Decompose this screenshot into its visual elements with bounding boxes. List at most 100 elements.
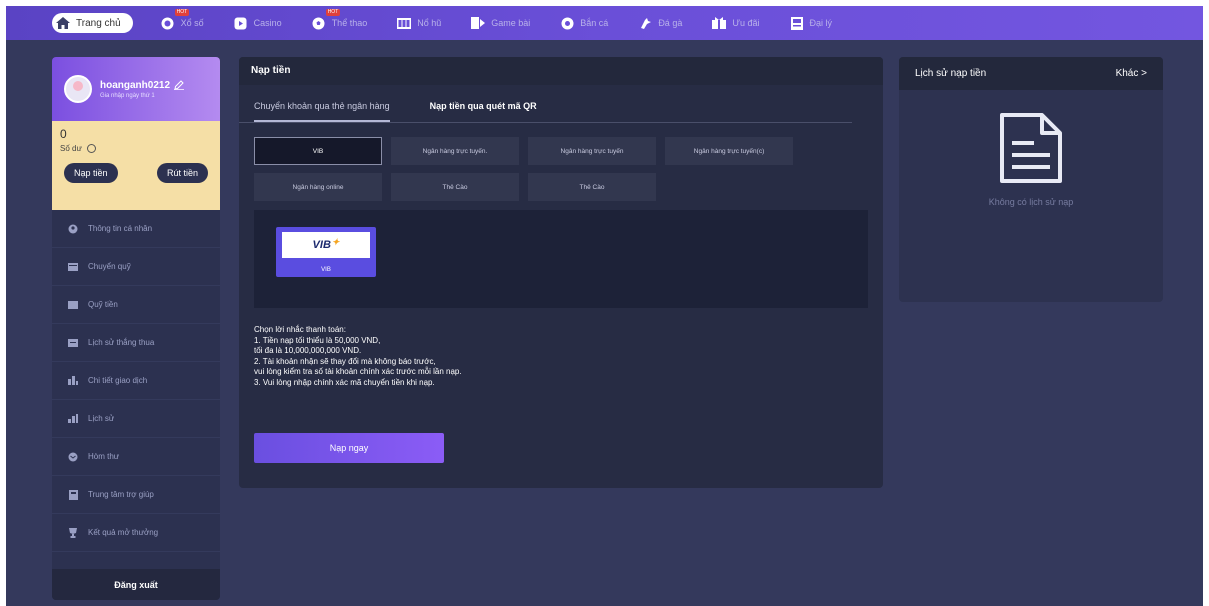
note-line: tối đa là 10,000,000,000 VND.: [254, 346, 362, 355]
nav-promotions[interactable]: Ưu đãi: [712, 16, 760, 30]
bank-option-online-1[interactable]: Ngân hàng trực tuyến.: [391, 137, 519, 165]
star-icon: ✦: [331, 236, 340, 247]
nav-promotions-label: Ưu đãi: [732, 18, 760, 28]
tab-qr-deposit[interactable]: Nạp tiền qua quét mã QR: [430, 101, 537, 122]
note-line: 3. Vui lòng nhập chính xác mã chuyển tiề…: [254, 377, 435, 387]
cards-icon: [471, 16, 486, 30]
rooster-icon: [638, 16, 652, 30]
nav-card-games[interactable]: Game bài: [471, 16, 530, 30]
nav-casino[interactable]: Casino: [234, 16, 282, 30]
nav-agent[interactable]: Đại lý: [790, 16, 833, 30]
gift-icon: [712, 16, 727, 30]
help-icon: [68, 489, 78, 500]
note-line: Chọn lời nhắc thanh toán:: [254, 325, 346, 334]
trophy-icon: [68, 527, 78, 538]
balance-card: 0 Số dư Nạp tiền Rút tiền: [52, 121, 220, 210]
balance-value: 0: [60, 127, 67, 141]
nav-agent-label: Đại lý: [809, 18, 833, 28]
sidebar-item-label: Quỹ tiền: [88, 300, 118, 309]
history-more-link[interactable]: Khác >: [1116, 68, 1147, 79]
sidebar-item-win-loss[interactable]: Lịch sử thắng thua: [52, 324, 220, 362]
nav-slots-label: Nổ hũ: [417, 18, 442, 28]
bank-option-vib[interactable]: VIB: [254, 137, 382, 165]
refresh-icon[interactable]: [86, 144, 96, 153]
fish-icon: [560, 16, 574, 30]
sidebar-item-label: Thông tin cá nhân: [88, 224, 153, 233]
vib-bank-name: VIB: [321, 267, 331, 273]
user-icon: [68, 224, 78, 234]
sidebar-item-label: Lịch sử thắng thua: [88, 338, 155, 347]
sidebar-item-transfer[interactable]: Chuyển quỹ: [52, 248, 220, 286]
sidebar-item-label: Lịch sử: [88, 414, 115, 423]
chart-icon: [68, 376, 78, 386]
sidebar-item-label: Trung tâm trợ giúp: [88, 490, 154, 499]
vib-logo-text: VIB: [312, 239, 331, 251]
transfer-icon: [68, 262, 78, 272]
nav-fishing[interactable]: Bắn cá: [560, 16, 608, 30]
logout-button[interactable]: Đăng xuất: [52, 569, 220, 600]
sidebar-item-label: Hòm thư: [88, 452, 120, 461]
sidebar-item-label: Chuyển quỹ: [88, 262, 131, 271]
sidebar-item-wallet[interactable]: Quỹ tiền: [52, 286, 220, 324]
top-nav: Trang chủ HOT Xổ số Casino HOT Thể thao: [6, 6, 1203, 40]
wallet-icon: [68, 300, 78, 310]
slot-icon: [397, 16, 412, 30]
tab-bank-transfer[interactable]: Chuyển khoản qua thẻ ngân hàng: [254, 101, 390, 122]
deposit-tabs: Chuyển khoản qua thẻ ngân hàng Nạp tiền …: [239, 85, 852, 123]
hot-badge: HOT: [174, 9, 190, 16]
home-icon: [56, 16, 70, 30]
sidebar-item-transactions[interactable]: Chi tiết giao dịch: [52, 362, 220, 400]
agent-icon: [790, 16, 804, 30]
sidebar-item-mailbox[interactable]: Hòm thư: [52, 438, 220, 476]
edit-icon[interactable]: [174, 80, 185, 90]
bank-option-online-2[interactable]: Ngân hàng trực tuyến: [528, 137, 656, 165]
bars-icon: [68, 414, 78, 424]
vib-bank-card[interactable]: VIB ✦ VIB: [276, 227, 376, 277]
sidebar-item-label: Chi tiết giao dịch: [88, 376, 148, 385]
member-since: Gia nhập ngày thứ 1: [100, 92, 155, 99]
mail-icon: [68, 452, 78, 462]
username: hoanganh0212: [100, 79, 171, 91]
soccer-icon: [312, 16, 326, 30]
sidebar-item-results[interactable]: Kết quả mở thưởng: [52, 514, 220, 552]
payment-notes: Chọn lời nhắc thanh toán: 1. Tiền nạp tố…: [254, 325, 462, 388]
profile-card: hoanganh0212 Gia nhập ngày thứ 1: [52, 57, 220, 121]
nav-slots[interactable]: Nổ hũ: [397, 16, 441, 30]
vib-logo: VIB ✦: [282, 232, 370, 258]
deposit-panel: Nạp tiền Chuyển khoản qua thẻ ngân hàng …: [239, 57, 883, 488]
sidebar-item-help[interactable]: Trung tâm trợ giúp: [52, 476, 220, 514]
document-icon: [1000, 113, 1062, 183]
nav-cockfight-label: Đá gà: [658, 18, 683, 28]
nav-casino-label: Casino: [253, 18, 282, 28]
panel-title: Nạp tiền: [239, 57, 883, 85]
avatar: [64, 75, 92, 103]
history-icon: [68, 338, 78, 348]
nav-sports[interactable]: HOT Thể thao: [312, 9, 368, 30]
nav-fishing-label: Bắn cá: [580, 18, 609, 28]
sidebar: hoanganh0212 Gia nhập ngày thứ 1 0 Số dư…: [52, 57, 220, 600]
deposit-now-button[interactable]: Nạp ngay: [254, 433, 444, 463]
deposit-button[interactable]: Nạp tiền: [64, 163, 118, 183]
note-line: vui lòng kiểm tra số tài khoản chính xác…: [254, 367, 462, 376]
app-frame: Trang chủ HOT Xổ số Casino HOT Thể thao: [6, 6, 1203, 606]
nav-lottery-label: Xổ số: [180, 18, 204, 28]
casino-icon: [234, 16, 248, 30]
note-line: 2. Tài khoản nhận sẽ thay đổi mà không b…: [254, 356, 436, 366]
bank-option-scratch-card-2[interactable]: Thẻ Cào: [528, 173, 656, 201]
sidebar-item-label: Kết quả mở thưởng: [88, 528, 159, 537]
nav-sports-label: Thể thao: [331, 18, 368, 28]
bank-option-online-c[interactable]: Ngân hàng trực tuyến(c): [665, 137, 793, 165]
sidebar-item-profile[interactable]: Thông tin cá nhân: [52, 210, 220, 248]
history-header: Lịch sử nạp tiền Khác >: [899, 57, 1163, 90]
nav-lottery[interactable]: HOT Xổ số: [161, 9, 204, 30]
nav-home[interactable]: Trang chủ: [52, 13, 133, 33]
lottery-icon: [161, 16, 175, 30]
nav-cockfight[interactable]: Đá gà: [638, 16, 682, 30]
bank-logo-panel: VIB ✦ VIB: [254, 210, 868, 308]
bank-option-online-bank[interactable]: Ngân hàng online: [254, 173, 382, 201]
history-title: Lịch sử nạp tiền: [915, 68, 987, 79]
hot-badge: HOT: [325, 9, 341, 16]
sidebar-item-history[interactable]: Lịch sử: [52, 400, 220, 438]
bank-option-scratch-card-1[interactable]: Thẻ Cào: [391, 173, 519, 201]
withdraw-button[interactable]: Rút tiền: [156, 163, 208, 183]
